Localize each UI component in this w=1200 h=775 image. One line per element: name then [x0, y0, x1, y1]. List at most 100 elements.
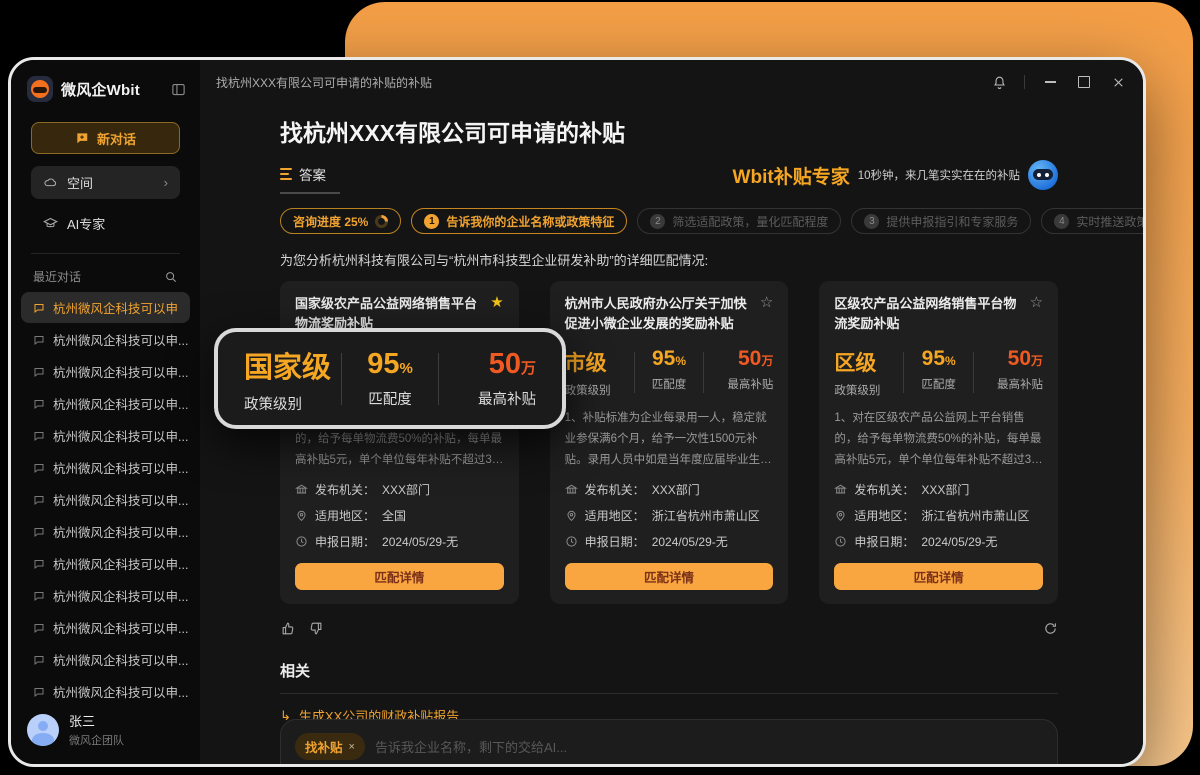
space-icon [43, 175, 58, 190]
chat-bubble-icon [33, 622, 45, 634]
progress-ring-icon [375, 215, 388, 228]
chat-list-item-active[interactable]: 杭州微风企科技可以申 [21, 292, 190, 323]
chat-bubble-icon [33, 654, 45, 666]
bank-icon [565, 483, 578, 496]
sidebar-item-space[interactable]: 空间 › [31, 166, 180, 199]
chat-list-item[interactable]: 杭州微风企科技可以申... [21, 452, 190, 483]
sidebar-collapse-icon[interactable] [171, 82, 186, 97]
related-divider [280, 693, 1058, 694]
user-profile[interactable]: 张三 微风企团队 [11, 699, 200, 764]
chat-list-item[interactable]: 杭州微风企科技可以申... [21, 420, 190, 451]
composer-placeholder[interactable]: 告诉我企业名称，剩下的交给AI... [375, 737, 567, 756]
region-value: 浙江省杭州市萧山区 [921, 507, 1029, 524]
expert-banner: Wbit补贴专家 10秒钟，来几笔实实在在的补贴 [733, 160, 1058, 194]
chat-bubble-icon [33, 686, 45, 698]
zoom-callout: 国家级 政策级别 95% 匹配度 50万 最高补贴 [214, 328, 566, 429]
policy-description: 1、补贴标准为企业每录用一人，稳定就业参保满6个月，给予一次性1500元补贴。录… [565, 408, 774, 470]
sidebar: 微风企Wbit 新对话 空间 › AI专家 最近对话 杭州微风企科技 [11, 60, 200, 764]
space-label: 空间 [67, 173, 93, 192]
location-pin-icon [295, 509, 308, 522]
chat-list-item[interactable]: 杭州微风企科技可以申... [21, 388, 190, 419]
match-detail-button[interactable]: 匹配详情 [295, 563, 504, 590]
policy-card-2: 杭州市人民政府办公厅关于加快促进小微企业发展的奖励补贴 ☆ 市级政策级别 95%… [550, 281, 789, 604]
location-pin-icon [834, 509, 847, 522]
bank-icon [834, 483, 847, 496]
search-icon[interactable] [164, 270, 178, 284]
callout-amount: 50万 最高补贴 [439, 348, 536, 409]
publisher-value: XXX部门 [652, 481, 700, 498]
date-value: 2024/05/29-无 [921, 533, 997, 550]
chat-bubble-icon [33, 526, 45, 538]
chat-list-item[interactable]: 杭州微风企科技可以申... [21, 516, 190, 547]
robot-mascot-icon [1028, 160, 1058, 190]
related-title: 相关 [280, 660, 1058, 681]
expert-name: Wbit补贴专家 [733, 162, 850, 189]
graduation-cap-icon [43, 216, 58, 231]
tab-answer[interactable]: 答案 [280, 164, 340, 194]
chevron-right-icon: › [164, 175, 168, 190]
region-value: 全国 [382, 507, 406, 524]
clock-icon [834, 535, 847, 548]
match-detail-button[interactable]: 匹配详情 [565, 563, 774, 590]
recent-chat-list: 杭州微风企科技可以申 杭州微风企科技可以申... 杭州微风企科技可以申... 杭… [11, 291, 200, 699]
new-chat-button[interactable]: 新对话 [31, 122, 180, 154]
bank-icon [295, 483, 308, 496]
chat-list-item[interactable]: 杭州微风企科技可以申... [21, 676, 190, 699]
step-pill-2: 2 筛选适配政策，量化匹配程度 [637, 208, 841, 234]
policy-title: 区级农产品公益网络销售平台物流奖励补贴 [834, 294, 1021, 334]
chat-plus-icon [75, 131, 89, 145]
progress-pill: 咨询进度 25% [280, 208, 401, 234]
new-chat-label: 新对话 [97, 129, 136, 148]
chat-list-item[interactable]: 杭州微风企科技可以申... [21, 484, 190, 515]
policy-cards: 国家级 政策级别 95% 匹配度 50万 最高补贴 [280, 281, 1058, 604]
date-value: 2024/05/29-无 [382, 533, 458, 550]
titlebar-separator [1024, 75, 1025, 89]
step-pill-4: 4 实时推送政策变更提醒 [1041, 208, 1146, 234]
window-titlebar: 找杭州XXX有限公司可申请的补贴的补贴 [200, 60, 1143, 104]
callout-match: 95% 匹配度 [342, 348, 439, 409]
location-pin-icon [565, 509, 578, 522]
app-window: 微风企Wbit 新对话 空间 › AI专家 最近对话 杭州微风企科技 [8, 57, 1146, 767]
thumbs-up-icon[interactable] [280, 621, 295, 636]
chat-bubble-icon [33, 398, 45, 410]
analysis-intro: 为您分析杭州科技有限公司与“杭州市科技型企业研发补助”的详细匹配情况: [280, 250, 1058, 269]
step-pill-3: 3 提供申报指引和专家服务 [851, 208, 1031, 234]
publisher-value: XXX部门 [382, 481, 430, 498]
page-title: 找杭州XXX有限公司可申请的补贴 [280, 114, 1058, 148]
thumbs-down-icon[interactable] [309, 621, 324, 636]
clock-icon [295, 535, 308, 548]
match-detail-button[interactable]: 匹配详情 [834, 563, 1043, 590]
maximize-button[interactable] [1075, 73, 1093, 91]
chat-list-item[interactable]: 杭州微风企科技可以申... [21, 356, 190, 387]
chat-list-item[interactable]: 杭州微风企科技可以申... [21, 548, 190, 579]
minimize-button[interactable] [1041, 73, 1059, 91]
chat-bubble-icon [33, 302, 45, 314]
search-subsidy-tag[interactable]: 找补贴 × [295, 733, 365, 760]
chat-list-item[interactable]: 杭州微风企科技可以申... [21, 644, 190, 675]
publisher-value: XXX部门 [921, 481, 969, 498]
clock-icon [565, 535, 578, 548]
ai-expert-label: AI专家 [67, 214, 105, 233]
composer[interactable]: 找补贴 × 告诉我企业名称，剩下的交给AI... 技能 @ [280, 719, 1058, 767]
chat-bubble-icon [33, 430, 45, 442]
step-pill-1[interactable]: 1 告诉我你的企业名称或政策特征 [411, 208, 627, 234]
chat-bubble-icon [33, 558, 45, 570]
star-outline-icon[interactable]: ☆ [760, 294, 773, 334]
notification-bell-icon[interactable] [990, 73, 1008, 91]
regenerate-icon[interactable] [1043, 621, 1058, 636]
close-button[interactable] [1109, 73, 1127, 91]
policy-description: 1、对在区级农产品公益网上平台销售的，给予每单物流费50%的补贴，每单最高补贴5… [834, 408, 1043, 470]
chat-list-item[interactable]: 杭州微风企科技可以申... [21, 612, 190, 643]
sidebar-item-ai-expert[interactable]: AI专家 [31, 207, 180, 239]
window-title: 找杭州XXX有限公司可申请的补贴的补贴 [216, 74, 990, 91]
chat-bubble-icon [33, 590, 45, 602]
chat-list-item[interactable]: 杭州微风企科技可以申... [21, 580, 190, 611]
chat-list-item[interactable]: 杭州微风企科技可以申... [21, 324, 190, 355]
star-outline-icon[interactable]: ☆ [1030, 294, 1043, 334]
answer-list-icon [280, 168, 292, 181]
sidebar-divider [31, 253, 180, 254]
related-section: 相关 ↳ 生成XX公司的财政补贴报告 [280, 660, 1058, 725]
tag-close-icon[interactable]: × [349, 741, 355, 753]
chat-bubble-icon [33, 334, 45, 346]
main-area: 找杭州XXX有限公司可申请的补贴的补贴 找杭州XXX有限公司可申请的补贴 答案 [200, 60, 1143, 764]
